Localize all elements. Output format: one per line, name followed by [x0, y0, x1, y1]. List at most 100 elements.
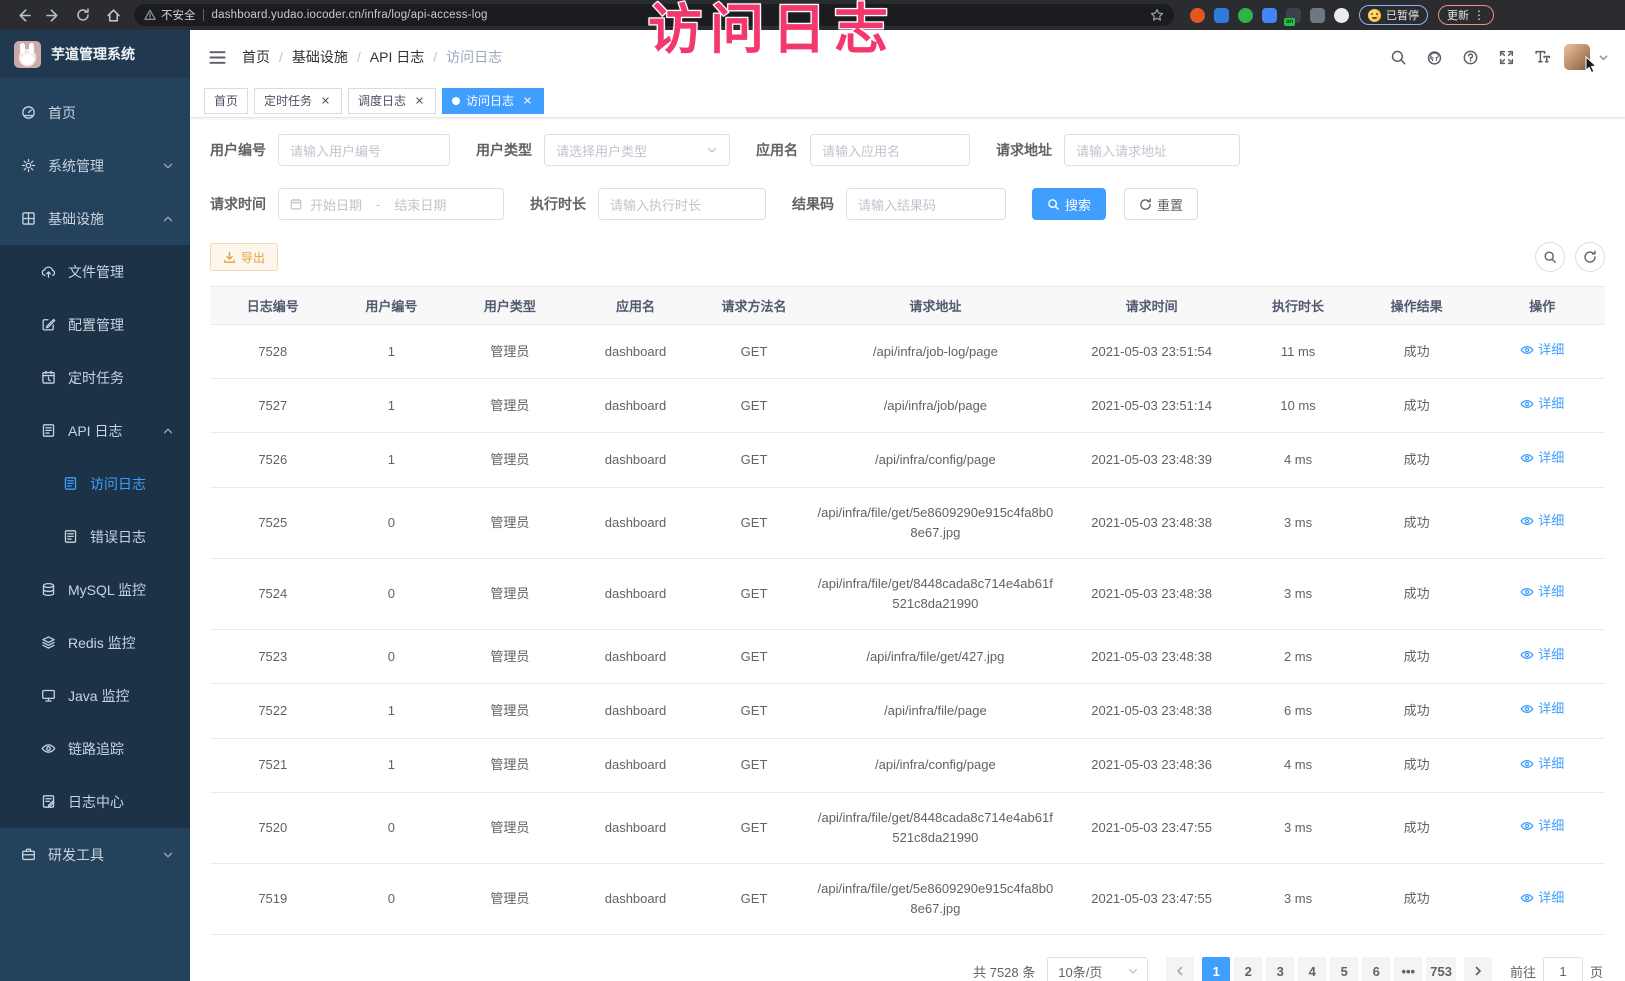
help-icon[interactable] [1456, 43, 1484, 71]
sidebar-item-12[interactable]: 链路追踪 [0, 722, 190, 775]
page-button-6[interactable]: 6 [1362, 957, 1390, 981]
orange-extension-icon[interactable] [1190, 8, 1205, 23]
fullscreen-icon[interactable] [1492, 43, 1520, 71]
sidebar-item-7[interactable]: 访问日志 [0, 457, 190, 510]
shield-extension-icon[interactable] [1214, 8, 1229, 23]
prev-page-button[interactable] [1166, 957, 1194, 981]
duration-input[interactable]: 请输入执行时长 [598, 188, 766, 220]
avatar-caret-down-icon[interactable] [1598, 52, 1609, 63]
browser-back-icon[interactable] [10, 2, 36, 28]
detail-link[interactable]: 详细 [1520, 699, 1564, 719]
cell-user-type: 管理员 [447, 864, 573, 935]
tab-close-icon[interactable] [412, 94, 426, 108]
page-button-1[interactable]: 1 [1202, 957, 1230, 981]
detail-link[interactable]: 详细 [1520, 816, 1564, 836]
page-button-5[interactable]: 5 [1330, 957, 1358, 981]
sidebar-item-8[interactable]: 错误日志 [0, 510, 190, 563]
request-url-input[interactable]: 请输入请求地址 [1064, 134, 1240, 166]
sidebar-item-0[interactable]: 首页 [0, 86, 190, 139]
app-name-input[interactable]: 请输入应用名 [810, 134, 970, 166]
green-check-extension-icon[interactable] [1238, 8, 1253, 23]
sidebar-item-11[interactable]: Java 监控 [0, 669, 190, 722]
bookmark-star-icon[interactable] [1150, 8, 1164, 22]
detail-link[interactable]: 详细 [1520, 448, 1564, 468]
sidebar-item-14[interactable]: 研发工具 [0, 828, 190, 881]
tab-1[interactable]: 定时任务 [254, 88, 342, 114]
tab-3[interactable]: 访问日志 [442, 88, 544, 114]
font-size-icon[interactable] [1528, 43, 1556, 71]
detail-link[interactable]: 详细 [1520, 645, 1564, 665]
search-button[interactable]: 搜索 [1032, 188, 1106, 220]
user-type-select[interactable]: 请选择用户类型 [544, 134, 730, 166]
detail-link[interactable]: 详细 [1520, 754, 1564, 774]
cell-result: 成功 [1354, 792, 1480, 863]
detail-link[interactable]: 详细 [1520, 582, 1564, 602]
gray-extension-icon[interactable] [1310, 8, 1325, 23]
logo-row[interactable]: 芋道管理系统 [0, 30, 190, 78]
cell-method: GET [698, 379, 810, 433]
sidebar-item-5[interactable]: 定时任务 [0, 351, 190, 404]
next-page-button[interactable] [1464, 957, 1492, 981]
user-avatar[interactable] [1564, 44, 1590, 70]
sidebar-item-1[interactable]: 系统管理 [0, 139, 190, 192]
page-button-4[interactable]: 4 [1298, 957, 1326, 981]
page-button-753[interactable]: 753 [1426, 957, 1456, 981]
gear-icon [20, 158, 36, 174]
date-range-picker[interactable]: 开始日期 - 结束日期 [278, 188, 504, 220]
access-log-table: 日志编号用户编号用户类型应用名请求方法名请求地址请求时间执行时长操作结果操作 7… [210, 286, 1605, 935]
sidebar-item-9[interactable]: MySQL 监控 [0, 563, 190, 616]
goto-page-input[interactable]: 1 [1543, 957, 1583, 981]
sidebar-item-6[interactable]: API 日志 [0, 404, 190, 457]
url-text[interactable]: dashboard.yudao.iocoder.cn/infra/log/api… [212, 9, 1151, 21]
page-size-select[interactable]: 10条/页 [1047, 957, 1148, 981]
cell-app-name: dashboard [573, 864, 699, 935]
cell-time: 2021-05-03 23:51:14 [1061, 379, 1242, 433]
filter-form: 用户编号 请输入用户编号 用户类型 请选择用户类型 应用名 请输入应用名 [210, 134, 1605, 220]
sidebar-item-2[interactable]: 基础设施 [0, 192, 190, 245]
result-code-input[interactable]: 请输入结果码 [846, 188, 1006, 220]
tab-2[interactable]: 调度日志 [348, 88, 436, 114]
tab-close-icon[interactable] [318, 94, 332, 108]
cell-result: 成功 [1354, 379, 1480, 433]
cell-time: 2021-05-03 23:51:54 [1061, 325, 1242, 379]
sidebar-item-13[interactable]: 日志中心 [0, 775, 190, 828]
github-icon[interactable] [1420, 43, 1448, 71]
detail-link[interactable]: 详细 [1520, 340, 1564, 360]
page-button-3[interactable]: 3 [1266, 957, 1294, 981]
profile-paused-badge[interactable]: 已暂停 [1359, 5, 1428, 25]
chrome-update-button[interactable]: 更新 ⋮ [1438, 5, 1494, 25]
cell-method: GET [698, 684, 810, 738]
detail-link[interactable]: 详细 [1520, 511, 1564, 531]
user-id-input[interactable]: 请输入用户编号 [278, 134, 450, 166]
breadcrumb-item-1[interactable]: 基础设施 [292, 47, 348, 67]
cell-url: /api/infra/file/get/8448cada8c714e4ab61f… [810, 792, 1061, 863]
reset-button[interactable]: 重置 [1124, 188, 1198, 220]
search-icon[interactable] [1384, 43, 1412, 71]
security-label[interactable]: 不安全 [161, 7, 196, 23]
tab-label: 调度日志 [358, 92, 406, 109]
flower-extension-icon[interactable] [1334, 8, 1349, 23]
breadcrumb-item-2[interactable]: API 日志 [370, 47, 424, 67]
refresh-button[interactable] [1575, 242, 1605, 272]
table-row: 7524 0 管理员 dashboard GET /api/infra/file… [210, 558, 1605, 629]
an-badge-extension-icon[interactable]: an [1286, 8, 1301, 23]
browser-menu-kebab-icon[interactable]: ⋮ [1473, 9, 1485, 21]
page-ellipsis[interactable]: ••• [1394, 957, 1422, 981]
sidebar-item-3[interactable]: 文件管理 [0, 245, 190, 298]
hamburger-icon[interactable] [206, 46, 228, 68]
toggle-search-button[interactable] [1535, 242, 1565, 272]
browser-forward-icon[interactable] [40, 2, 66, 28]
tab-close-icon[interactable] [520, 94, 534, 108]
breadcrumb-item-0[interactable]: 首页 [242, 47, 270, 67]
address-bar[interactable]: 不安全 dashboard.yudao.iocoder.cn/infra/log… [134, 4, 1174, 26]
page-button-2[interactable]: 2 [1234, 957, 1262, 981]
export-button[interactable]: 导出 [210, 243, 278, 271]
sidebar-item-4[interactable]: 配置管理 [0, 298, 190, 351]
tab-0[interactable]: 首页 [204, 88, 248, 114]
detail-link[interactable]: 详细 [1520, 394, 1564, 414]
browser-reload-icon[interactable] [70, 2, 96, 28]
detail-link[interactable]: 详细 [1520, 888, 1564, 908]
grid-extension-icon[interactable] [1262, 8, 1277, 23]
sidebar-item-10[interactable]: Redis 监控 [0, 616, 190, 669]
browser-home-icon[interactable] [100, 2, 126, 28]
